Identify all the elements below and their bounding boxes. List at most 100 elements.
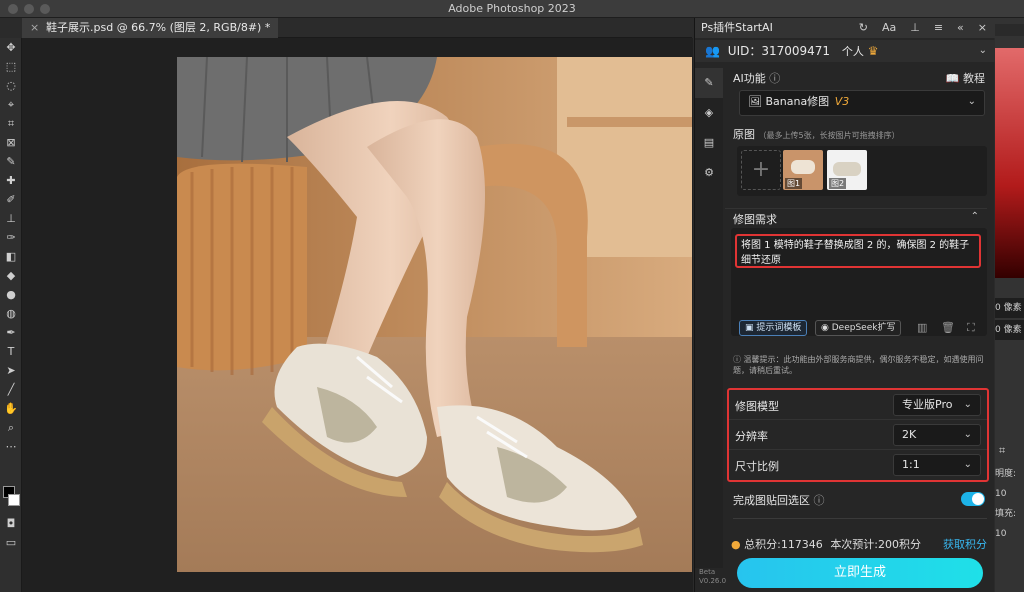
- stamp-tool-icon[interactable]: ⊥: [0, 209, 22, 228]
- color-picker-field[interactable]: [995, 48, 1024, 278]
- type-tool-icon[interactable]: T: [0, 342, 22, 361]
- deepseek-expand-button[interactable]: ◉ DeepSeek扩写: [815, 320, 902, 336]
- thumbnail-2[interactable]: 图2: [827, 150, 867, 190]
- paste-back-row: 完成图贴回选区 ⓘ: [725, 492, 987, 512]
- background-color-swatch[interactable]: [8, 494, 20, 506]
- transform-icon[interactable]: ⌗: [999, 444, 1005, 458]
- divider: [733, 518, 987, 524]
- generate-button[interactable]: 立即生成: [737, 558, 983, 588]
- close-panel-icon[interactable]: ×: [978, 18, 987, 38]
- tutorial-link[interactable]: 📖 教程: [946, 70, 985, 86]
- blur-tool-icon[interactable]: ●: [0, 285, 22, 304]
- ratio-value: 1:1: [902, 458, 920, 471]
- close-tab-icon[interactable]: ×: [30, 18, 39, 38]
- requirement-textarea[interactable]: 将图 1 模特的鞋子替换成图 2 的，确保图 2 的鞋子细节还原 ▣ 提示词模板…: [731, 228, 987, 336]
- document-canvas[interactable]: [22, 38, 693, 592]
- chevron-down-icon: ⌄: [963, 459, 972, 470]
- document-tabbar: × 鞋子展示.psd @ 66.7% (图层 2, RGB/8#) *: [22, 18, 692, 38]
- more-tools-icon[interactable]: ⋯: [0, 437, 22, 456]
- zoom-tool-icon[interactable]: ⌕: [0, 418, 22, 437]
- chevron-down-icon: ⌄: [963, 399, 972, 410]
- dodge-tool-icon[interactable]: ◍: [0, 304, 22, 323]
- account-type: 个人: [841, 45, 864, 58]
- layer-props: 明度: 10 填充: 10: [995, 464, 1024, 544]
- marquee-tool-icon[interactable]: ⬚: [0, 57, 22, 76]
- paste-back-toggle[interactable]: [961, 492, 985, 506]
- hand-tool-icon[interactable]: ✋: [0, 399, 22, 418]
- image-icon: 🖼: [748, 95, 762, 108]
- menu-icon[interactable]: ≡: [934, 18, 943, 38]
- eraser-tool-icon[interactable]: ◧: [0, 247, 22, 266]
- history-brush-icon[interactable]: ✑: [0, 228, 22, 247]
- app-titlebar: Adobe Photoshop 2023: [0, 0, 1024, 18]
- info-icon: ⓘ: [769, 72, 781, 85]
- prompt-template-button[interactable]: ▣ 提示词模板: [739, 320, 808, 336]
- move-tool-icon[interactable]: ✥: [0, 38, 22, 57]
- collapse-icon[interactable]: «: [957, 18, 964, 38]
- clipboard-icon[interactable]: ▤: [695, 128, 723, 158]
- healing-tool-icon[interactable]: ✚: [0, 171, 22, 190]
- window-controls[interactable]: [8, 4, 50, 14]
- product-photo[interactable]: [177, 57, 692, 572]
- expand-icon[interactable]: ⛶: [967, 321, 975, 335]
- frame-tool-icon[interactable]: ⊠: [0, 133, 22, 152]
- strip-header: [995, 24, 1024, 36]
- model-select[interactable]: 专业版Pro ⌄: [893, 394, 981, 416]
- chevron-down-icon: ⌄: [967, 96, 976, 107]
- brush-tool-icon[interactable]: ✐: [0, 190, 22, 209]
- get-points-link[interactable]: 获取积分: [943, 536, 987, 552]
- version-label: V0.26.0: [699, 577, 727, 585]
- panel-title-text: Ps插件StartAI: [701, 21, 773, 34]
- paste-back-label: 完成图贴回选区: [733, 494, 810, 507]
- points-estimate: 本次预计:200积分: [830, 538, 922, 551]
- prompt-template-label: 提示词模板: [756, 323, 802, 333]
- lasso-tool-icon[interactable]: ◌: [0, 76, 22, 95]
- version-info: Beta V0.26.0: [699, 568, 726, 586]
- original-label: 原图: [733, 128, 755, 141]
- template-icon: ▣: [745, 323, 754, 333]
- startai-plugin-panel: Ps插件StartAI ↻ Aa ⊥ ≡ « × 👥 UID：317009471…: [694, 18, 995, 592]
- requirement-header: 修图需求 ⌃: [725, 208, 987, 226]
- ai-function-select[interactable]: 🖼 Banana修图 V3 ⌄: [739, 90, 985, 116]
- chevron-up-icon[interactable]: ⌃: [971, 211, 979, 222]
- generation-options: 修图模型 专业版Pro ⌄ 分辨率 2K ⌄ 尺寸比例 1:1 ⌄: [727, 388, 989, 482]
- paint-bucket-icon[interactable]: ◆: [0, 266, 22, 285]
- points-total: 总积分:117346: [744, 538, 823, 551]
- panel-title: Ps插件StartAI ↻ Aa ⊥ ≡ « ×: [695, 18, 995, 38]
- deepseek-icon: ◉: [821, 323, 829, 333]
- user-id: UID：317009471: [727, 44, 831, 58]
- font-size-icon[interactable]: Aa: [882, 18, 896, 38]
- history-icon[interactable]: ▥: [917, 321, 927, 334]
- pin-icon[interactable]: ⊥: [910, 18, 920, 38]
- eyedropper-tool-icon[interactable]: ✎: [0, 152, 22, 171]
- path-select-icon[interactable]: ➤: [0, 361, 22, 380]
- thumbnail-1[interactable]: 图1: [783, 150, 823, 190]
- document-tab[interactable]: × 鞋子展示.psd @ 66.7% (图层 2, RGB/8#) *: [22, 18, 279, 38]
- beta-label: Beta: [699, 568, 716, 576]
- px-value-2: 0 像素: [995, 320, 1024, 340]
- screen-mode-icon[interactable]: ▭: [0, 533, 22, 552]
- add-image-button[interactable]: +: [741, 150, 781, 190]
- user-icon: 👥: [705, 44, 720, 58]
- ratio-row: 尺寸比例 1:1 ⌄: [729, 452, 987, 480]
- panel-sidebar: ✎ ◈ ▤ ⚙: [695, 68, 723, 568]
- layers-icon[interactable]: ◈: [695, 98, 723, 128]
- original-hint: （最多上传5张，长按图片可拖拽排序）: [758, 131, 900, 140]
- ratio-label: 尺寸比例: [735, 460, 779, 473]
- refresh-icon[interactable]: ↻: [859, 18, 868, 38]
- resolution-select[interactable]: 2K ⌄: [893, 424, 981, 446]
- line-tool-icon[interactable]: ╱: [0, 380, 22, 399]
- quick-mask-icon[interactable]: ◘: [0, 514, 22, 533]
- quick-select-tool-icon[interactable]: ⌖: [0, 95, 22, 114]
- settings-gear-icon[interactable]: ⚙: [695, 158, 723, 188]
- user-expand-icon[interactable]: ⌄: [979, 40, 987, 62]
- trash-icon[interactable]: 🗑: [941, 321, 955, 334]
- crop-tool-icon[interactable]: ⌗: [0, 114, 22, 133]
- pen-tool-icon[interactable]: ✒: [0, 323, 22, 342]
- document-tab-title: 鞋子展示.psd @ 66.7% (图层 2, RGB/8#) *: [46, 21, 271, 34]
- requirement-text: 将图 1 模特的鞋子替换成图 2 的，确保图 2 的鞋子细节还原: [735, 234, 981, 268]
- edit-icon[interactable]: ✎: [695, 68, 723, 98]
- tools-panel: ✥ ⬚ ◌ ⌖ ⌗ ⊠ ✎ ✚ ✐ ⊥ ✑ ◧ ◆ ● ◍ ✒ T ➤ ╱ ✋ …: [0, 38, 22, 592]
- ai-function-header: AI功能 ⓘ 📖 教程: [725, 70, 987, 88]
- ratio-select[interactable]: 1:1 ⌄: [893, 454, 981, 476]
